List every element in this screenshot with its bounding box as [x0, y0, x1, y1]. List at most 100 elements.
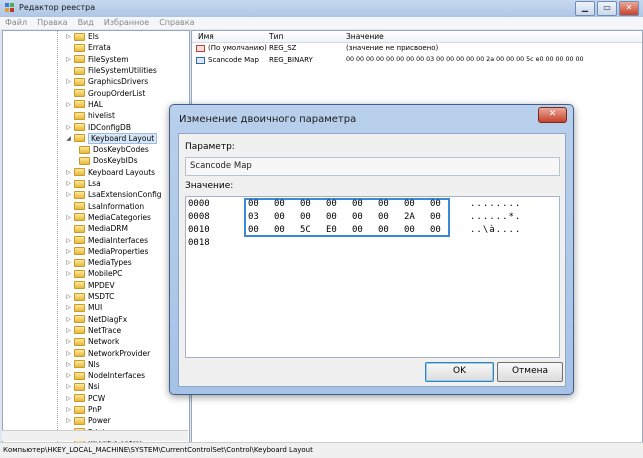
tree-item[interactable]: ▷ PnP	[65, 404, 101, 415]
tree-item[interactable]: ▷ Nls	[65, 359, 99, 370]
hex-byte[interactable]: 00	[430, 225, 441, 235]
registry-tree[interactable]: ▷ Els Errata ▷ FileSystem FileSystemUtilities…	[2, 30, 190, 443]
menu-help[interactable]: Справка	[154, 17, 199, 29]
hex-byte[interactable]: 00	[352, 212, 363, 222]
tree-item[interactable]: MediaDRM	[65, 223, 128, 234]
resize-grip-icon[interactable]: ⋰	[556, 377, 564, 385]
close-window-button[interactable]: ✕	[619, 1, 639, 16]
expand-arrow-icon[interactable]: ▷	[65, 405, 72, 414]
column-name-header[interactable]: Имя	[198, 32, 214, 41]
tree-item[interactable]: DosKeybIDs	[79, 155, 138, 166]
tree-item[interactable]: ▷ NodeInterfaces	[65, 370, 145, 381]
expand-arrow-icon[interactable]: ▷	[65, 168, 72, 177]
expand-arrow-icon[interactable]: ◢	[65, 134, 72, 143]
hex-byte[interactable]: 00	[378, 225, 389, 235]
tree-item[interactable]: ▷ MediaProperties	[65, 246, 148, 257]
expand-arrow-icon[interactable]: ▷	[65, 303, 72, 312]
tree-item[interactable]: FileSystemUtilities	[65, 65, 157, 76]
expand-arrow-icon[interactable]: ▷	[65, 100, 72, 109]
hex-byte[interactable]: 00	[300, 212, 311, 222]
expand-arrow-icon[interactable]: ▷	[65, 269, 72, 278]
tree-item[interactable]: ▷ Nsi	[65, 381, 99, 392]
tree-item[interactable]: ▷ Els	[65, 31, 99, 42]
column-type-header[interactable]: Тип	[269, 32, 283, 41]
tree-item[interactable]: Errata	[65, 42, 111, 53]
menu-favorites[interactable]: Избранное	[99, 17, 154, 29]
expand-arrow-icon[interactable]: ▷	[65, 236, 72, 245]
hex-byte[interactable]: 00	[326, 212, 337, 222]
tree-item[interactable]: ▷ Keyboard Layouts	[65, 167, 155, 178]
tree-item[interactable]: ▷ Lsa	[65, 178, 101, 189]
expand-arrow-icon[interactable]: ▷	[65, 32, 72, 41]
expand-arrow-icon[interactable]: ▷	[65, 337, 72, 346]
expand-arrow-icon[interactable]: ▷	[65, 315, 72, 324]
expand-arrow-icon[interactable]: ▷	[65, 77, 72, 86]
expand-arrow-icon[interactable]: ▷	[65, 360, 72, 369]
tree-item[interactable]: DosKeybCodes	[79, 144, 149, 155]
column-value-header[interactable]: Значение	[346, 32, 384, 41]
tree-item[interactable]: ▷ LsaExtensionConfig	[65, 189, 161, 200]
tree-item[interactable]: ▷ NetworkProvider	[65, 347, 150, 358]
tree-item[interactable]: ▷ PCW	[65, 393, 105, 404]
expand-arrow-icon[interactable]: ▷	[65, 416, 72, 425]
tree-item[interactable]: ▷ NetDiagFx	[65, 314, 127, 325]
tree-item[interactable]: ▷ HAL	[65, 99, 103, 110]
expand-arrow-icon[interactable]: ▷	[65, 258, 72, 267]
hex-byte[interactable]: 03	[248, 212, 259, 222]
hex-byte[interactable]: 00	[248, 225, 259, 235]
tree-item[interactable]: ▷ Network	[65, 336, 119, 347]
hex-byte[interactable]: 00	[430, 199, 441, 209]
tree-item[interactable]: ▷ MSDTC	[65, 291, 114, 302]
hex-byte[interactable]: 00	[352, 225, 363, 235]
hex-byte[interactable]: 00	[274, 212, 285, 222]
tree-item[interactable]: ▷ MediaCategories	[65, 212, 151, 223]
hex-byte[interactable]: E0	[326, 225, 337, 235]
expand-arrow-icon[interactable]: ▷	[65, 55, 72, 64]
cancel-button[interactable]: Отмена	[497, 362, 563, 382]
expand-arrow-icon[interactable]: ▷	[65, 123, 72, 132]
expand-arrow-icon[interactable]: ▷	[65, 179, 72, 188]
dialog-close-button[interactable]: ✕	[538, 107, 567, 123]
list-row[interactable]: Scancode Map REG_BINARY 00 00 00 00 00 0…	[192, 55, 642, 66]
hex-row[interactable]: 0018	[186, 238, 559, 251]
expand-arrow-icon[interactable]: ▷	[65, 326, 72, 335]
hex-byte[interactable]: 2A	[404, 212, 415, 222]
hex-row[interactable]: 0010 00 00 5C E0 00 00 00 00 ..\à....	[186, 225, 559, 238]
tree-item[interactable]: LsaInformation	[65, 201, 144, 212]
tree-item[interactable]: ▷ IDConfigDB	[65, 121, 131, 132]
expand-arrow-icon[interactable]: ▷	[65, 190, 72, 199]
tree-item[interactable]: ▷ MobilePC	[65, 268, 122, 279]
tree-item[interactable]: hivelist	[65, 110, 115, 121]
list-row[interactable]: (По умолчанию) REG_SZ (значение не присв…	[192, 43, 642, 54]
expand-arrow-icon[interactable]: ▷	[65, 247, 72, 256]
menu-file[interactable]: Файл	[0, 17, 32, 29]
expand-arrow-icon[interactable]: ▷	[65, 371, 72, 380]
hex-byte[interactable]: 00	[430, 212, 441, 222]
tree-item[interactable]: ◢ Keyboard Layout	[65, 132, 158, 144]
tree-item[interactable]: ▷ NetTrace	[65, 325, 121, 336]
title-bar[interactable]: Редактор реестра ▁ ▭ ✕	[0, 0, 643, 17]
tree-item[interactable]: ▷ MediaTypes	[65, 257, 131, 268]
tree-item[interactable]: ▷ FileSystem	[65, 54, 128, 65]
tree-item[interactable]: ▷ Power	[65, 415, 111, 426]
hex-byte[interactable]: 00	[378, 212, 389, 222]
hex-row[interactable]: 0008 03 00 00 00 00 00 2A 00 ......*.	[186, 212, 559, 225]
minimize-button[interactable]: ▁	[575, 1, 595, 16]
tree-horizontal-scrollbar[interactable]	[2, 430, 188, 441]
hex-editor[interactable]: 0000 00 00 00 00 00 00 00 00........ 0008 03 00 00 00…	[185, 196, 560, 358]
hex-byte[interactable]: 00	[326, 199, 337, 209]
hex-byte[interactable]: 00	[248, 199, 259, 209]
expand-arrow-icon[interactable]: ▷	[65, 292, 72, 301]
maximize-button[interactable]: ▭	[597, 1, 617, 16]
tree-item[interactable]: MPDEV	[65, 280, 115, 291]
hex-byte[interactable]: 5C	[300, 225, 311, 235]
ok-button[interactable]: OK	[425, 362, 494, 382]
tree-item[interactable]: ▷ MUI	[65, 302, 102, 313]
menu-edit[interactable]: Правка	[32, 17, 72, 29]
expand-arrow-icon[interactable]: ▷	[65, 382, 72, 391]
hex-byte[interactable]: 00	[378, 199, 389, 209]
tree-item[interactable]: GroupOrderList	[65, 88, 145, 99]
tree-item[interactable]: ▷ GraphicsDrivers	[65, 76, 148, 87]
expand-arrow-icon[interactable]: ▷	[65, 394, 72, 403]
hex-byte[interactable]: 00	[274, 225, 285, 235]
